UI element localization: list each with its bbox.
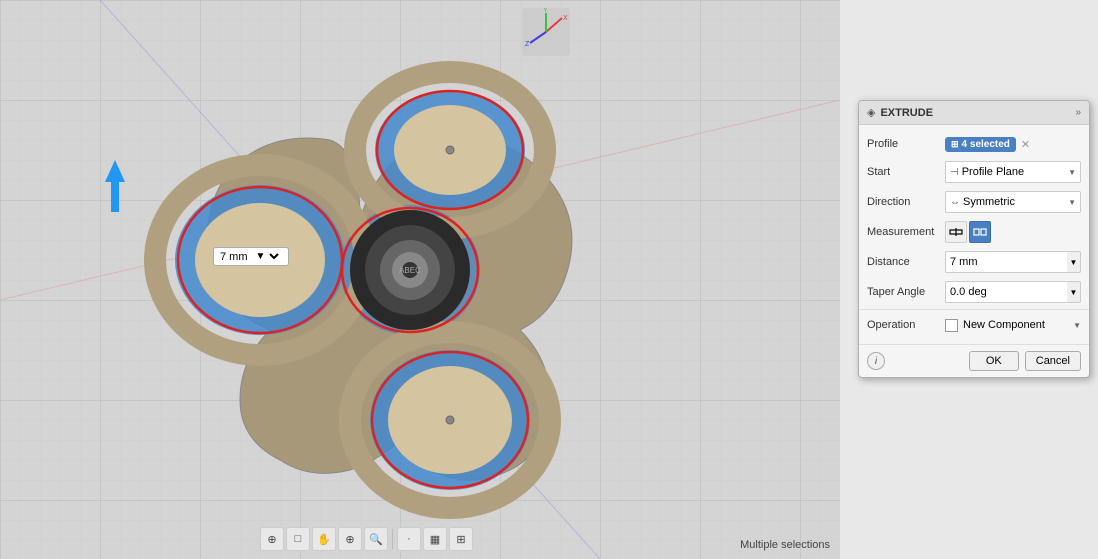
profile-clear-button[interactable]: ✕	[1019, 138, 1032, 151]
distance-control: ▼	[945, 251, 1081, 273]
distance-input[interactable]	[945, 251, 1067, 273]
operation-value: New Component	[963, 319, 1045, 331]
profile-control: ⊞ 4 selected ✕	[945, 137, 1081, 152]
direction-label: Direction	[867, 196, 945, 208]
fidget-spinner: ABEC	[20, 20, 820, 520]
toolbar-hand-button[interactable]: ✋	[312, 527, 336, 551]
measurement-row: Measurement	[859, 217, 1089, 247]
profile-tag-value: 4 selected	[962, 139, 1010, 150]
start-value: Profile Plane	[962, 166, 1068, 178]
toolbar-orbit-button[interactable]: ⊕	[260, 527, 284, 551]
extrude-dialog: ◈ EXTRUDE » Profile ⊞ 4 selected ✕ Start…	[858, 100, 1090, 378]
toolbar-snap-button[interactable]: ⊞	[449, 527, 473, 551]
dimension-unit-select[interactable]: ▼	[252, 250, 282, 263]
status-text: Multiple selections	[740, 539, 830, 551]
measurement-control	[945, 221, 1081, 243]
operation-checkbox-row: New Component	[945, 319, 1045, 332]
cancel-button[interactable]: Cancel	[1025, 351, 1081, 371]
svg-text:ABEC: ABEC	[399, 266, 421, 275]
toolbar-display-button[interactable]: ·	[397, 527, 421, 551]
start-row: Start ⊣ Profile Plane ▼	[859, 157, 1089, 187]
status-bar: Multiple selections	[740, 539, 830, 551]
distance-label: Distance	[867, 256, 945, 268]
taper-angle-input[interactable]	[945, 281, 1067, 303]
direction-dropdown[interactable]: ⇔ Symmetric ▼	[945, 191, 1081, 213]
operation-control[interactable]: New Component ▼	[945, 319, 1081, 332]
measurement-icon-1[interactable]	[945, 221, 967, 243]
toolbar-grid-button[interactable]: ▦	[423, 527, 447, 551]
dimension-value: 7 mm	[220, 251, 248, 263]
taper-angle-control: ▼	[945, 281, 1081, 303]
toolbar-fit-button[interactable]: 🔍	[364, 527, 388, 551]
dimension-label[interactable]: 7 mm ▼	[213, 247, 289, 266]
bottom-toolbar: ⊕ □ ✋ ⊕ 🔍 · ▦ ⊞	[260, 527, 473, 551]
extrude-icon: ◈	[867, 106, 875, 119]
dialog-expand-icon[interactable]: »	[1075, 107, 1081, 118]
profile-tag[interactable]: ⊞ 4 selected	[945, 137, 1016, 152]
taper-angle-label: Taper Angle	[867, 286, 945, 298]
taper-angle-input-arrow[interactable]: ▼	[1067, 281, 1081, 303]
profile-tag-icon: ⊞	[951, 139, 959, 150]
distance-row: Distance ▼	[859, 247, 1089, 277]
operation-label: Operation	[867, 319, 945, 331]
taper-angle-input-wrapper: ▼	[945, 281, 1081, 303]
start-control[interactable]: ⊣ Profile Plane ▼	[945, 161, 1081, 183]
profile-row: Profile ⊞ 4 selected ✕	[859, 131, 1089, 157]
direction-value: Symmetric	[963, 196, 1068, 208]
dialog-header: ◈ EXTRUDE »	[859, 101, 1089, 125]
start-dropdown[interactable]: ⊣ Profile Plane ▼	[945, 161, 1081, 183]
footer-buttons: OK Cancel	[969, 351, 1081, 371]
dialog-body: Profile ⊞ 4 selected ✕ Start ⊣ Profile P…	[859, 125, 1089, 344]
profile-label: Profile	[867, 138, 945, 150]
start-label: Start	[867, 166, 945, 178]
info-button[interactable]: i	[867, 352, 885, 370]
operation-row: Operation New Component ▼	[859, 312, 1089, 338]
toolbar-pan-button[interactable]: □	[286, 527, 310, 551]
distance-input-arrow[interactable]: ▼	[1067, 251, 1081, 273]
toolbar-zoom-button[interactable]: ⊕	[338, 527, 362, 551]
dialog-footer: i OK Cancel	[859, 344, 1089, 377]
new-component-checkbox[interactable]	[945, 319, 958, 332]
start-dropdown-arrow: ▼	[1068, 168, 1076, 177]
ok-button[interactable]: OK	[969, 351, 1019, 371]
dialog-title: EXTRUDE	[880, 107, 933, 119]
distance-input-wrapper: ▼	[945, 251, 1081, 273]
svg-text:Y: Y	[543, 8, 548, 14]
direction-dropdown-arrow: ▼	[1068, 198, 1076, 207]
divider	[859, 309, 1089, 310]
direction-control[interactable]: ⇔ Symmetric ▼	[945, 191, 1081, 213]
svg-text:Z: Z	[525, 41, 530, 48]
taper-angle-row: Taper Angle ▼	[859, 277, 1089, 307]
3d-viewport[interactable]: ABEC 7 mm ▼ X Y Z	[0, 0, 840, 559]
svg-text:X: X	[563, 15, 568, 22]
toolbar-separator-1	[392, 529, 393, 549]
axis-widget: X Y Z	[522, 8, 570, 56]
measurement-icon-2[interactable]	[969, 221, 991, 243]
measurement-label: Measurement	[867, 226, 945, 238]
operation-dropdown-arrow[interactable]: ▼	[1069, 321, 1081, 330]
direction-row: Direction ⇔ Symmetric ▼	[859, 187, 1089, 217]
